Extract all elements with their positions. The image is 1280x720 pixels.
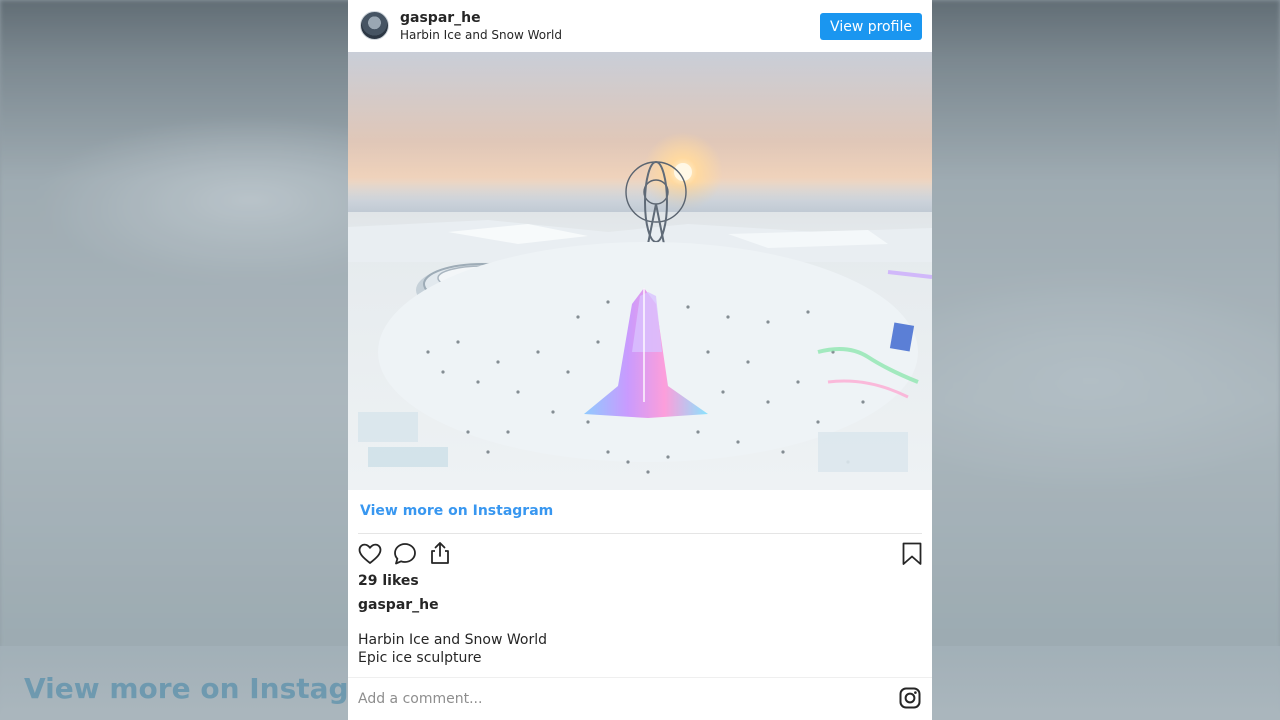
caption-username[interactable]: gaspar_he [358,597,439,613]
background-shade-left [0,0,348,720]
likes-count[interactable]: 29 likes [358,573,419,589]
view-profile-button[interactable]: View profile [820,13,922,40]
caption-line: Harbin Ice and Snow World [358,632,547,648]
instagram-embed-card: gaspar_he Harbin Ice and Snow World View… [348,0,932,720]
divider [358,533,922,534]
instagram-logo-icon[interactable] [899,687,921,709]
post-location[interactable]: Harbin Ice and Snow World [400,28,562,42]
background-shade-right [932,0,1280,720]
post-header: gaspar_he Harbin Ice and Snow World View… [348,0,932,52]
share-upload-icon[interactable] [427,540,453,566]
post-photo[interactable] [348,52,932,490]
avatar[interactable] [360,11,389,40]
harbin-aerial-photo [348,132,932,474]
speech-bubble-icon[interactable] [392,541,418,567]
add-comment-input[interactable] [358,689,878,709]
bookmark-icon[interactable] [899,541,925,567]
view-more-on-instagram-link[interactable]: View more on Instagram [360,503,553,519]
comment-divider [348,677,932,678]
caption-line: Epic ice sculpture [358,650,482,666]
action-bar [348,538,932,570]
heart-outline-icon[interactable] [357,541,383,567]
post-username[interactable]: gaspar_he [400,10,481,26]
